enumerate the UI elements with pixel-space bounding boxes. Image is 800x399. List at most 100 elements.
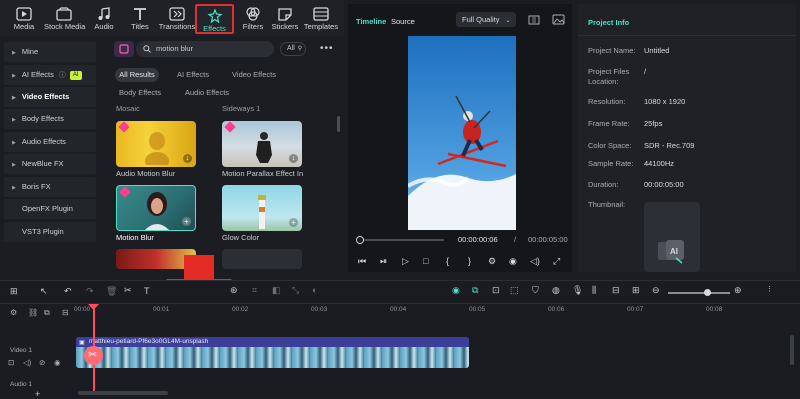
help-icon[interactable]: ⓘ bbox=[59, 72, 66, 79]
effects-store-button[interactable] bbox=[114, 41, 134, 57]
fit-icon[interactable]: ⤡ bbox=[292, 285, 299, 296]
nav-item-newblue-fx[interactable]: ▶ NewBlue FX bbox=[4, 154, 96, 174]
thumbnail-placeholder[interactable]: AI bbox=[644, 202, 700, 272]
select-tool-icon[interactable]: ↖ bbox=[40, 286, 48, 297]
nav-item-mine[interactable]: ▶ Mine bbox=[4, 42, 96, 62]
shield-icon[interactable]: ⛉ bbox=[532, 285, 539, 296]
zoom-slider[interactable] bbox=[668, 292, 730, 294]
grid-view-icon[interactable] bbox=[528, 15, 540, 25]
download-icon[interactable]: ↓ bbox=[289, 154, 298, 163]
track-audio-icon[interactable]: ◁) bbox=[23, 358, 31, 367]
total-time: 00:00:05:00 bbox=[528, 235, 568, 244]
toolbar-transitions[interactable]: Transitions bbox=[157, 4, 197, 34]
toolbar-titles[interactable]: Titles bbox=[120, 4, 160, 34]
camera-icon[interactable]: ◉ bbox=[509, 256, 517, 267]
nav-item-ai-effects[interactable]: ▶ AI Effects ⓘ AI bbox=[4, 65, 96, 85]
mark-in-icon[interactable]: { bbox=[446, 256, 449, 266]
speed-icon[interactable]: ⊛ bbox=[230, 285, 238, 296]
previous-frame-icon[interactable]: ⏮ bbox=[358, 256, 366, 267]
track-visibility-icon[interactable]: ⊡ bbox=[8, 358, 14, 367]
add-track-button[interactable]: + bbox=[35, 389, 40, 399]
download-icon[interactable]: ↓ bbox=[183, 154, 192, 163]
time-ruler[interactable]: 00:00 00:01 00:02 00:03 00:04 00:05 00:0… bbox=[74, 306, 794, 320]
quality-dropdown[interactable]: Full Quality ⌄ bbox=[456, 12, 516, 27]
tab-all-results[interactable]: All Results bbox=[115, 68, 159, 82]
mask-icon[interactable]: ◧ bbox=[272, 285, 281, 296]
audio-mixer-icon[interactable]: ⫼ bbox=[592, 285, 596, 296]
video-clip[interactable]: ▣ matthieu-petiard-Pf6e3o0GL4M-unsplash bbox=[76, 337, 469, 368]
snapshot-image-icon[interactable] bbox=[552, 14, 565, 25]
render-settings-icon[interactable]: ⚙ bbox=[488, 256, 496, 267]
fullscreen-icon[interactable]: ⤢ bbox=[553, 256, 560, 267]
premium-gem-icon bbox=[119, 186, 131, 198]
toolbar-audio[interactable]: Audio bbox=[84, 4, 124, 34]
effect-card-audio-motion-blur[interactable]: ↓ bbox=[116, 121, 196, 167]
crop-icon[interactable]: ⌗ bbox=[252, 285, 257, 296]
add-icon[interactable]: + bbox=[182, 217, 191, 226]
keyframe-icon[interactable]: ⬚ bbox=[510, 285, 519, 296]
effect-card-motion-blur[interactable]: + bbox=[116, 185, 196, 231]
microphone-icon[interactable]: 🎙 bbox=[572, 285, 583, 296]
tab-timeline[interactable]: Timeline bbox=[356, 17, 386, 26]
tab-ai-effects[interactable]: AI Effects bbox=[172, 68, 214, 82]
play-reverse-icon[interactable]: ⏯ bbox=[380, 256, 387, 267]
ai-mate-icon[interactable]: ◉ bbox=[452, 285, 460, 296]
more-options-icon[interactable]: ⋮ bbox=[766, 285, 773, 293]
text-tool-icon[interactable]: T bbox=[144, 286, 150, 296]
scrollbar-thumb[interactable] bbox=[337, 116, 340, 132]
motion-icon[interactable]: ◍ bbox=[552, 285, 560, 296]
ripple-icon[interactable]: ⊟ bbox=[62, 308, 69, 317]
marker-icon[interactable]: ⊡ bbox=[492, 285, 500, 296]
zoom-in-icon[interactable]: ⊕ bbox=[734, 285, 742, 296]
search-input[interactable]: motion blur bbox=[136, 41, 274, 57]
effects-category-nav: ▶ Mine ▶ AI Effects ⓘ AI ▶ Video Effects ▶ Bod… bbox=[4, 40, 96, 270]
effect-card-partial[interactable] bbox=[222, 249, 302, 269]
progress-knob[interactable] bbox=[355, 236, 364, 244]
color-icon[interactable]: ◐ bbox=[312, 285, 317, 295]
toolbar-templates[interactable]: Templates bbox=[301, 4, 341, 34]
tab-audio-effects[interactable]: Audio Effects bbox=[180, 86, 234, 100]
eye-icon[interactable]: ◉ bbox=[54, 358, 61, 367]
link-icon[interactable]: ⛓ bbox=[28, 308, 38, 317]
progress-track[interactable] bbox=[358, 239, 444, 241]
nav-item-boris-fx[interactable]: ▶ Boris FX bbox=[4, 177, 96, 197]
undo-icon[interactable]: ↶ bbox=[64, 286, 72, 297]
filter-dropdown[interactable]: All ⚲ bbox=[280, 42, 306, 56]
nav-item-body-effects[interactable]: ▶ Body Effects bbox=[4, 109, 96, 129]
vertical-scrollbar[interactable] bbox=[790, 335, 794, 365]
layout-icon[interactable]: ⊞ bbox=[10, 286, 18, 297]
zoom-slider-knob[interactable] bbox=[704, 289, 711, 296]
snap-track-icon[interactable]: ⧉ bbox=[44, 308, 50, 318]
toolbar-media[interactable]: Media bbox=[4, 4, 44, 34]
nav-item-vst3-plugin[interactable]: VST3 Plugin bbox=[4, 222, 96, 242]
tab-video-effects[interactable]: Video Effects bbox=[228, 68, 280, 82]
video-preview-frame bbox=[408, 36, 516, 230]
effect-card-glow-color[interactable]: + bbox=[222, 185, 302, 231]
toolbar-stickers[interactable]: Stickers bbox=[265, 4, 305, 34]
snap-icon[interactable]: ⧉ bbox=[472, 285, 478, 296]
redo-icon[interactable]: ↷ bbox=[86, 286, 94, 297]
nav-item-video-effects[interactable]: ▶ Video Effects bbox=[4, 87, 96, 107]
nav-item-openfx-plugin[interactable]: OpenFX Plugin bbox=[4, 199, 96, 219]
delete-icon[interactable]: 🗑 bbox=[106, 286, 117, 297]
add-track-icon[interactable]: ⚙ bbox=[10, 308, 17, 317]
nav-item-audio-effects[interactable]: ▶ Audio Effects bbox=[4, 132, 96, 152]
volume-icon[interactable]: ◁) bbox=[530, 256, 540, 267]
toolbar-stock-media[interactable]: Stock Media bbox=[44, 4, 85, 34]
multicam-icon[interactable]: ⊞ bbox=[632, 285, 640, 296]
subtitle-icon[interactable]: ⊟ bbox=[612, 285, 620, 296]
play-icon[interactable]: ▷ bbox=[402, 256, 409, 267]
split-scissors-button[interactable]: ✂ bbox=[84, 346, 103, 365]
add-icon[interactable]: + bbox=[289, 218, 298, 227]
effect-card-motion-parallax[interactable]: ↓ bbox=[222, 121, 302, 167]
zoom-out-icon[interactable]: ⊖ bbox=[652, 285, 660, 296]
stop-icon[interactable]: □ bbox=[423, 256, 428, 266]
tab-body-effects[interactable]: Body Effects bbox=[115, 86, 165, 100]
horizontal-scrollbar[interactable] bbox=[78, 391, 168, 395]
more-options-icon[interactable]: ••• bbox=[320, 43, 334, 54]
track-lock-icon[interactable]: ⊘ bbox=[39, 358, 45, 367]
tab-source[interactable]: Source bbox=[391, 17, 415, 26]
mark-out-icon[interactable]: } bbox=[468, 256, 471, 266]
cut-icon[interactable]: ✂ bbox=[124, 285, 132, 296]
toolbar-effects[interactable]: Effects bbox=[195, 4, 234, 34]
